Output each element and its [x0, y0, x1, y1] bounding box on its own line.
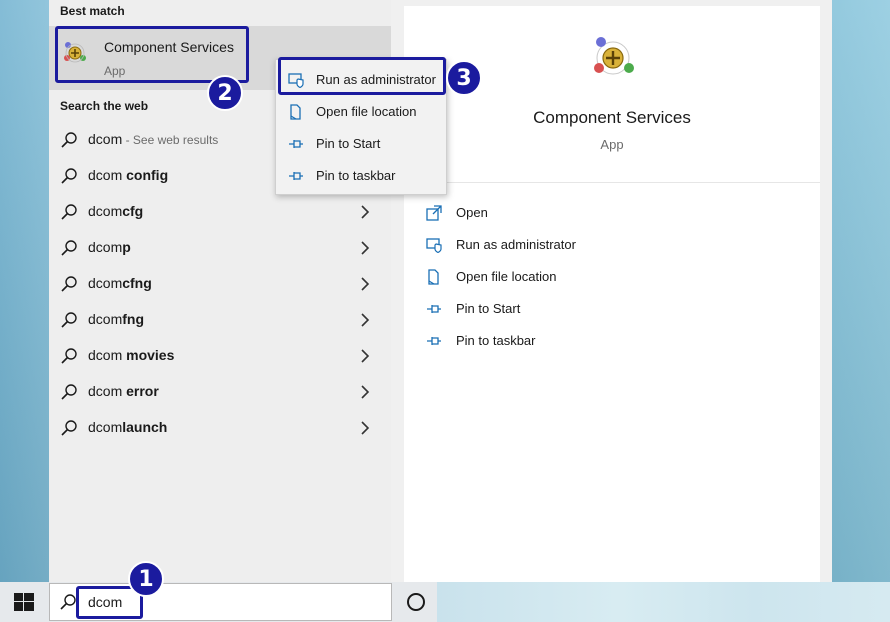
web-result-item[interactable]: dcomlaunch	[49, 410, 391, 446]
shield-admin-icon	[426, 238, 442, 253]
web-result-item[interactable]: dcomp	[49, 230, 391, 266]
file-location-icon	[428, 269, 439, 285]
taskbar-app-area	[437, 582, 890, 622]
pin-icon	[289, 140, 303, 148]
search-icon	[61, 204, 77, 220]
context-menu-label: Run as administrator	[316, 72, 436, 87]
taskbar-search-box[interactable]: dcom	[49, 583, 392, 621]
web-result-item[interactable]: dcom movies	[49, 338, 391, 374]
pin-icon	[289, 172, 303, 180]
preview-action-item[interactable]: Open	[426, 202, 726, 226]
preview-action-item[interactable]: Pin to taskbar	[426, 330, 726, 354]
context-menu-item[interactable]: Pin to Start	[276, 129, 446, 157]
preview-action-label: Pin to Start	[456, 301, 521, 316]
web-result-item[interactable]: dcom error	[49, 374, 391, 410]
preview-title: Component Services	[533, 108, 691, 127]
search-icon	[61, 132, 77, 148]
search-icon	[61, 240, 77, 256]
search-icon	[61, 384, 77, 400]
file-location-icon	[290, 104, 301, 120]
preview-action-item[interactable]: Pin to Start	[426, 298, 726, 322]
web-result-label: dcom - See web results	[88, 131, 219, 147]
search-web-header: Search the web	[60, 99, 149, 113]
annotation-badge-2: 2	[207, 75, 243, 111]
windows-start-icon[interactable]	[14, 593, 34, 611]
chevron-right-icon[interactable]	[358, 385, 372, 399]
preview-action-label: Pin to taskbar	[456, 333, 536, 348]
annotation-badge-1: 1	[128, 561, 164, 597]
preview-divider	[404, 182, 820, 183]
chevron-right-icon[interactable]	[358, 421, 372, 435]
web-result-label: dcomlaunch	[88, 419, 168, 435]
preview-action-label: Open file location	[456, 269, 557, 284]
search-icon	[60, 594, 76, 610]
chevron-right-icon[interactable]	[358, 241, 372, 255]
web-result-item[interactable]: dcomcfg	[49, 194, 391, 230]
search-icon	[61, 312, 77, 328]
cortana-icon[interactable]	[407, 593, 425, 611]
preview-action-item[interactable]: Open file location	[426, 266, 726, 290]
pin-icon	[427, 337, 441, 345]
pin-icon	[427, 305, 441, 313]
context-menu: Run as administrator Open file location Pi…	[275, 59, 447, 195]
preview-subtitle: App	[600, 137, 624, 152]
search-icon	[61, 348, 77, 364]
best-match-header: Best match	[60, 4, 125, 18]
search-icon	[61, 276, 77, 292]
context-menu-label: Pin to taskbar	[316, 168, 396, 183]
chevron-right-icon[interactable]	[358, 313, 372, 327]
web-result-item[interactable]: dcomfng	[49, 302, 391, 338]
search-input[interactable]: dcom	[88, 594, 122, 610]
component-services-large-icon	[594, 37, 634, 75]
search-icon	[61, 168, 77, 184]
preview-action-label: Run as administrator	[456, 237, 576, 252]
search-icon	[61, 420, 77, 436]
chevron-right-icon[interactable]	[358, 277, 372, 291]
preview-action-item[interactable]: Run as administrator	[426, 234, 726, 258]
context-menu-item[interactable]: Pin to taskbar	[276, 161, 446, 189]
best-match-subtitle: App	[104, 64, 126, 78]
context-menu-label: Pin to Start	[316, 136, 381, 151]
web-result-item[interactable]: dcomcfng	[49, 266, 391, 302]
web-result-label: dcom error	[88, 383, 159, 399]
web-result-label: dcomcfng	[88, 275, 152, 291]
preview-action-label: Open	[456, 205, 488, 220]
chevron-right-icon[interactable]	[358, 349, 372, 363]
context-menu-item[interactable]: Open file location	[276, 97, 446, 125]
web-result-label: dcomp	[88, 239, 131, 255]
context-menu-item[interactable]: Run as administrator	[276, 65, 446, 93]
shield-admin-icon	[288, 73, 304, 88]
web-result-label: dcom movies	[88, 347, 175, 363]
context-menu-label: Open file location	[316, 104, 417, 119]
chevron-right-icon[interactable]	[358, 205, 372, 219]
web-result-label: dcomcfg	[88, 203, 144, 219]
annotation-badge-3: 3	[446, 60, 482, 96]
component-services-icon	[64, 42, 86, 63]
open-icon	[426, 205, 442, 221]
best-match-title: Component Services	[104, 39, 234, 55]
web-result-label: dcom config	[88, 167, 169, 183]
web-result-label: dcomfng	[88, 311, 144, 327]
